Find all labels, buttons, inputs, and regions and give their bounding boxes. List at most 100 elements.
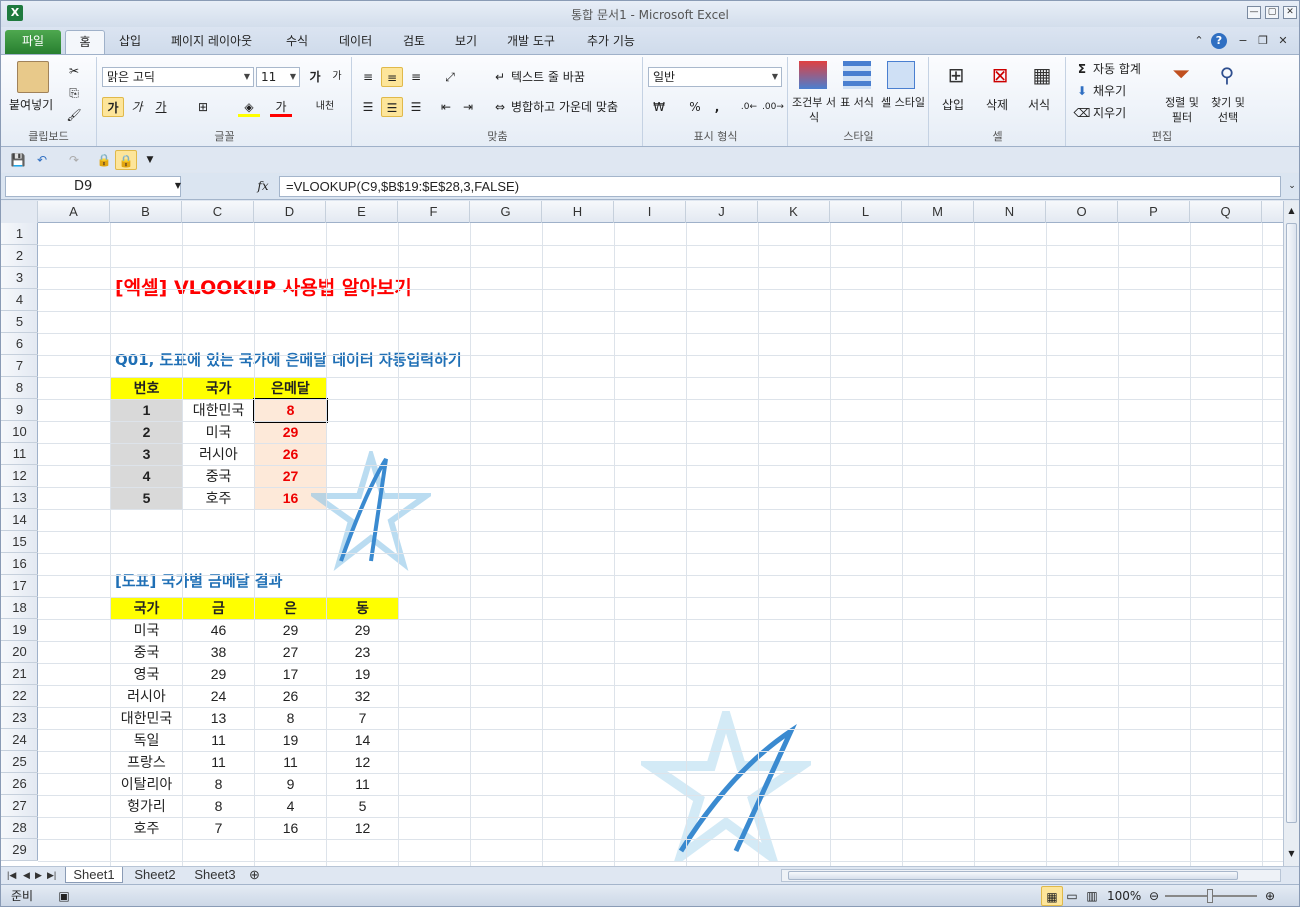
column-header[interactable]: M [902, 201, 974, 223]
row-header[interactable]: 25 [1, 751, 38, 773]
scroll-up-icon[interactable]: ▲ [1284, 201, 1299, 221]
table1-header-cell[interactable]: 번호 [110, 377, 183, 400]
undo-icon[interactable]: ↶ [31, 150, 53, 170]
row-header[interactable]: 6 [1, 333, 38, 355]
table1-cell[interactable]: 중국 [182, 465, 255, 488]
column-header[interactable]: I [614, 201, 686, 223]
tab-file[interactable]: 파일 [5, 30, 61, 54]
align-middle-icon[interactable]: ≡ [381, 67, 403, 87]
zoom-in-icon[interactable]: ⊕ [1259, 886, 1281, 906]
tab-data[interactable]: 데이터 [329, 30, 382, 54]
tab-formulas[interactable]: 수식 [276, 30, 318, 54]
cut-icon[interactable]: ✂ [63, 61, 85, 81]
table2-cell[interactable]: 영국 [110, 663, 183, 686]
table2-cell[interactable]: 대한민국 [110, 707, 183, 730]
row-header[interactable]: 7 [1, 355, 38, 377]
redo-icon[interactable]: ↷ [63, 150, 85, 170]
percent-button[interactable]: % [684, 97, 706, 117]
row-header[interactable]: 11 [1, 443, 38, 465]
name-box-dropdown-icon[interactable]: ▼ [167, 176, 189, 196]
increase-decimal-icon[interactable]: .0← [738, 97, 760, 117]
sheet-tab-sheet1[interactable]: Sheet1 [65, 867, 123, 883]
table2-cell[interactable]: 32 [326, 685, 399, 708]
page-break-view-icon[interactable]: ▥ [1081, 886, 1103, 906]
decrease-indent-icon[interactable]: ⇤ [435, 97, 457, 117]
table2-cell[interactable]: 11 [254, 751, 327, 774]
sheet-nav-last-icon[interactable]: ▶| [47, 867, 56, 883]
table1-cell[interactable]: 4 [110, 465, 183, 488]
table2-cell[interactable]: 중국 [110, 641, 183, 664]
insert-function-button[interactable]: fx [251, 176, 275, 197]
table2-cell[interactable]: 11 [182, 729, 255, 752]
row-header[interactable]: 17 [1, 575, 38, 597]
underline-button[interactable]: 가 [150, 97, 172, 117]
horizontal-scroll-thumb[interactable] [788, 871, 1238, 880]
doc-restore-icon[interactable]: ❐ [1255, 33, 1271, 49]
row-header[interactable]: 24 [1, 729, 38, 751]
align-top-icon[interactable]: ≡ [357, 67, 379, 87]
table1-cell[interactable]: 러시아 [182, 443, 255, 466]
new-sheet-icon[interactable]: ⊕ [249, 867, 260, 883]
align-right-icon[interactable]: ☰ [405, 97, 427, 117]
column-header[interactable]: D [254, 201, 326, 223]
font-color-button[interactable]: 가 [270, 97, 292, 117]
row-header[interactable]: 20 [1, 641, 38, 663]
wrap-text-button[interactable]: 텍스트 줄 바꿈 [511, 67, 585, 87]
table2-cell[interactable]: 7 [182, 817, 255, 840]
page-layout-view-icon[interactable]: ▭ [1061, 886, 1083, 906]
table2-cell[interactable]: 24 [182, 685, 255, 708]
vertical-scrollbar[interactable]: ▲ ▼ [1283, 201, 1299, 866]
lock-active-icon[interactable]: 🔒 [115, 150, 137, 170]
formula-input[interactable]: =VLOOKUP(C9,$B$19:$E$28,3,FALSE) [279, 176, 1281, 197]
zoom-slider-thumb[interactable] [1207, 889, 1213, 903]
tab-home[interactable]: 홈 [65, 30, 105, 54]
conditional-format-button[interactable]: 조건부 서식 [791, 95, 837, 124]
silver-medal-cell[interactable]: 29 [254, 421, 327, 444]
row-header[interactable]: 5 [1, 311, 38, 333]
table2-cell[interactable]: 이탈리아 [110, 773, 183, 796]
merge-center-button[interactable]: 병합하고 가운데 맞춤 [511, 97, 618, 117]
silver-medal-cell[interactable]: 8 [254, 399, 327, 422]
font-name-combo[interactable]: 맑은 고딕 ▼ [102, 67, 254, 87]
table1-cell[interactable]: 대한민국 [182, 399, 255, 422]
column-header[interactable]: O [1046, 201, 1118, 223]
currency-icon[interactable]: ₩ [648, 97, 670, 117]
row-header[interactable]: 8 [1, 377, 38, 399]
decrease-decimal-icon[interactable]: .00→ [762, 97, 784, 117]
table2-cell[interactable]: 독일 [110, 729, 183, 752]
column-header[interactable]: G [470, 201, 542, 223]
doc-close-icon[interactable]: ✕ [1275, 33, 1291, 49]
table2-cell[interactable]: 호주 [110, 817, 183, 840]
table2-cell[interactable]: 14 [326, 729, 399, 752]
restore-button[interactable]: ▢ [1265, 6, 1279, 19]
lock-icon[interactable]: 🔒 [93, 150, 115, 170]
customize-qat-icon[interactable]: ▼ [139, 150, 161, 170]
row-header[interactable]: 9 [1, 399, 38, 421]
find-select-button[interactable]: 찾기 및 선택 [1205, 95, 1251, 124]
row-header[interactable]: 27 [1, 795, 38, 817]
table2-cell[interactable]: 러시아 [110, 685, 183, 708]
table2-cell[interactable]: 38 [182, 641, 255, 664]
format-painter-icon[interactable]: 🖌 [63, 105, 85, 125]
table2-cell[interactable]: 11 [326, 773, 399, 796]
paste-button[interactable]: 붙여넣기 [9, 95, 53, 115]
column-header[interactable]: H [542, 201, 614, 223]
table-format-button[interactable]: 표 서식 [839, 95, 875, 115]
row-header[interactable]: 3 [1, 267, 38, 289]
sort-filter-button[interactable]: 정렬 및 필터 [1159, 95, 1205, 124]
row-header[interactable]: 23 [1, 707, 38, 729]
bold-button[interactable]: 가 [102, 97, 124, 117]
table1-cell[interactable]: 호주 [182, 487, 255, 510]
column-header[interactable]: L [830, 201, 902, 223]
table2-cell[interactable]: 8 [182, 795, 255, 818]
tab-insert[interactable]: 삽입 [109, 30, 151, 54]
table2-cell[interactable]: 헝가리 [110, 795, 183, 818]
row-header[interactable]: 12 [1, 465, 38, 487]
row-header[interactable]: 4 [1, 289, 38, 311]
autosum-button[interactable]: 자동 합계 [1093, 59, 1141, 79]
table2-cell[interactable]: 17 [254, 663, 327, 686]
row-header[interactable]: 28 [1, 817, 38, 839]
table2-cell[interactable]: 12 [326, 817, 399, 840]
table1-cell[interactable]: 미국 [182, 421, 255, 444]
horizontal-scrollbar[interactable] [781, 869, 1281, 882]
